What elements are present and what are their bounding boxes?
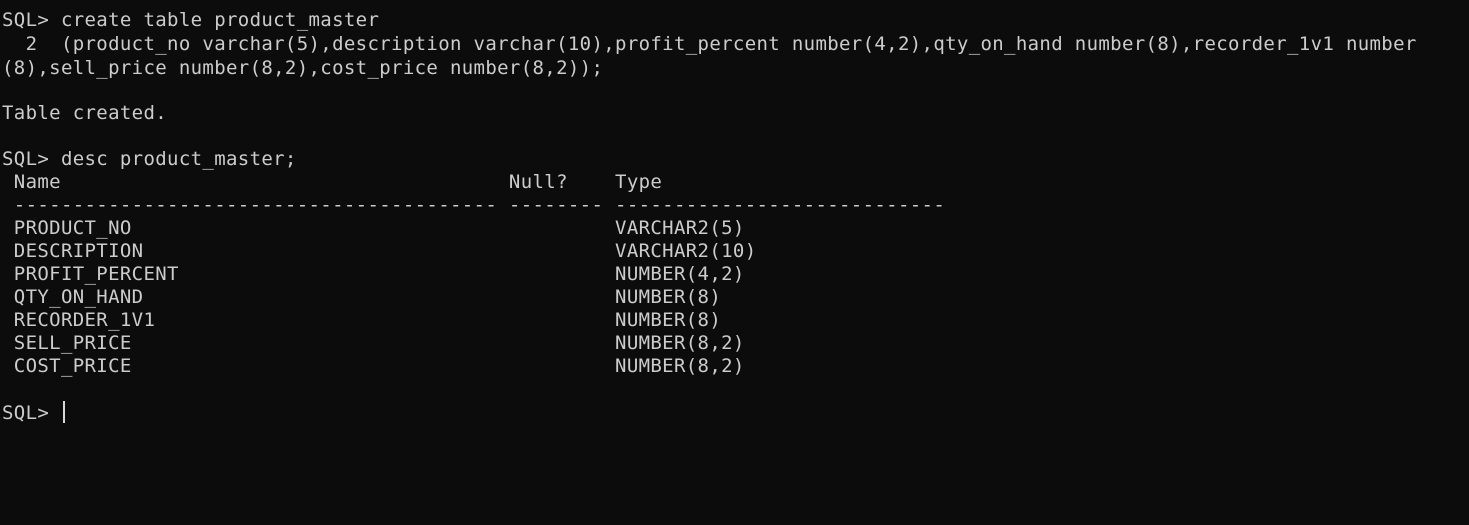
terminal-line-columns-2: (8),sell_price number(8,2),cost_price nu… bbox=[2, 57, 604, 79]
sql-prompt-line[interactable]: SQL> bbox=[2, 401, 65, 424]
desc-row-cost-price: COST_PRICE NUMBER(8,2) bbox=[2, 355, 745, 377]
desc-row-qty-on-hand: QTY_ON_HAND NUMBER(8) bbox=[2, 286, 722, 308]
desc-row-profit-percent: PROFIT_PERCENT NUMBER(4,2) bbox=[2, 263, 745, 285]
desc-row-description: DESCRIPTION VARCHAR2(10) bbox=[2, 240, 757, 262]
terminal-line-table-created: Table created. bbox=[2, 102, 168, 124]
desc-separator-row: ----------------------------------------… bbox=[2, 194, 946, 216]
terminal-window[interactable]: SQL> create table product_master 2 (prod… bbox=[0, 0, 1469, 525]
desc-header-row: Name Null? Type bbox=[2, 171, 663, 193]
sql-prompt: SQL> bbox=[2, 402, 61, 424]
terminal-line-columns-1: 2 (product_no varchar(5),description var… bbox=[2, 33, 1417, 55]
text-cursor bbox=[62, 401, 65, 423]
desc-row-sell-price: SELL_PRICE NUMBER(8,2) bbox=[2, 332, 745, 354]
terminal-line-desc-command: SQL> desc product_master; bbox=[2, 148, 297, 170]
desc-row-recorder-1v1: RECORDER_1V1 NUMBER(8) bbox=[2, 309, 722, 331]
desc-row-product-no: PRODUCT_NO VARCHAR2(5) bbox=[2, 217, 745, 239]
terminal-line-create-table: SQL> create table product_master bbox=[2, 9, 380, 31]
